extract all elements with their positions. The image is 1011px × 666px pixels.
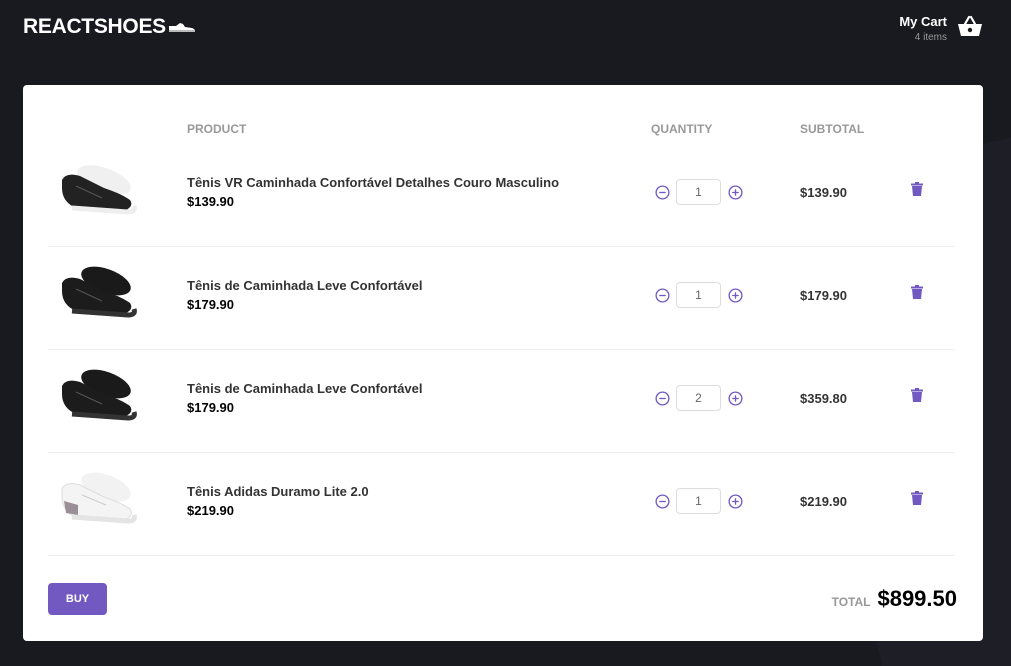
quantity-stepper [654, 282, 743, 308]
product-name: Tênis de Caminhada Leve Confortável [187, 381, 423, 396]
logo[interactable]: REACTSHOES [23, 15, 196, 39]
plus-circle-icon[interactable] [727, 493, 743, 509]
quantity-input[interactable] [676, 488, 721, 514]
row-subtotal: $179.90 [800, 288, 847, 303]
app-header: REACTSHOES My Cart 4 items [23, 0, 983, 60]
header-quantity: QUANTITY [651, 122, 713, 136]
quantity-input[interactable] [676, 282, 721, 308]
cart-link[interactable]: My Cart 4 items [899, 14, 983, 43]
product-image [56, 364, 140, 430]
logo-text: REACTSHOES [23, 15, 166, 38]
product-image [56, 158, 140, 224]
quantity-input[interactable] [676, 179, 721, 205]
product-name: Tênis de Caminhada Leve Confortável [187, 278, 423, 293]
product-price: $219.90 [187, 503, 234, 518]
quantity-stepper [654, 179, 743, 205]
product-price: $139.90 [187, 194, 234, 209]
row-subtotal: $139.90 [800, 185, 847, 200]
trash-icon[interactable] [911, 388, 923, 405]
product-image [56, 467, 140, 533]
minus-circle-icon[interactable] [654, 390, 670, 406]
minus-circle-icon[interactable] [654, 184, 670, 200]
plus-circle-icon[interactable] [727, 287, 743, 303]
cart-title: My Cart [899, 14, 947, 29]
product-name: Tênis Adidas Duramo Lite 2.0 [187, 484, 369, 499]
quantity-stepper [654, 488, 743, 514]
header-subtotal: SUBTOTAL [800, 122, 865, 136]
plus-circle-icon[interactable] [727, 390, 743, 406]
table-row: Tênis Adidas Duramo Lite 2.0 $219.90 $21… [48, 453, 955, 556]
total-value: $899.50 [877, 586, 957, 611]
table-row: Tênis VR Caminhada Confortável Detalhes … [48, 144, 955, 247]
product-price: $179.90 [187, 297, 234, 312]
table-row: Tênis de Caminhada Leve Confortável $179… [48, 247, 955, 350]
minus-circle-icon[interactable] [654, 287, 670, 303]
table-row: Tênis de Caminhada Leve Confortável $179… [48, 350, 955, 453]
cart-count: 4 items [914, 32, 947, 43]
cart-info: My Cart 4 items [899, 14, 947, 43]
product-price: $179.90 [187, 400, 234, 415]
buy-button[interactable]: BUY [48, 583, 107, 615]
total: TOTAL $899.50 [832, 586, 957, 612]
trash-icon[interactable] [911, 491, 923, 508]
product-image [56, 261, 140, 327]
basket-icon [957, 14, 983, 43]
product-name: Tênis VR Caminhada Confortável Detalhes … [187, 175, 560, 190]
trash-icon[interactable] [911, 182, 923, 199]
cart-panel: PRODUCT QUANTITY SUBTOTAL Tênis VR Camin… [23, 85, 983, 641]
plus-circle-icon[interactable] [727, 184, 743, 200]
header-product: PRODUCT [187, 122, 247, 136]
row-subtotal: $359.80 [800, 391, 847, 406]
row-subtotal: $219.90 [800, 494, 847, 509]
total-label: TOTAL [831, 595, 871, 609]
minus-circle-icon[interactable] [654, 493, 670, 509]
quantity-stepper [654, 385, 743, 411]
trash-icon[interactable] [911, 285, 923, 302]
sneaker-icon [168, 20, 196, 38]
quantity-input[interactable] [676, 385, 721, 411]
